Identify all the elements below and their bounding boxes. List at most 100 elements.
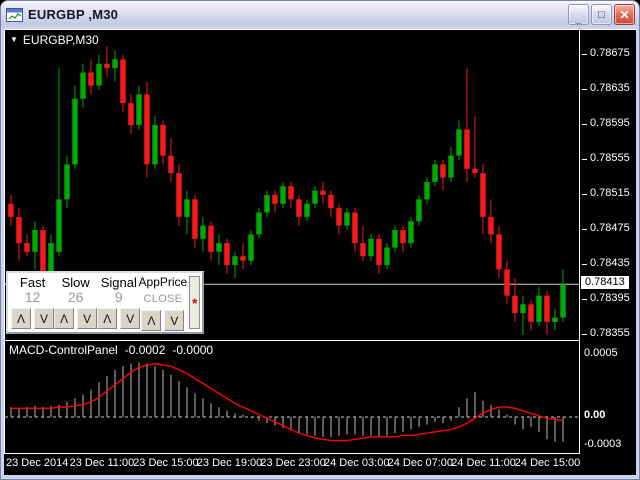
candle-body xyxy=(416,199,422,222)
candle-body xyxy=(464,129,470,169)
close-icon: ✕ xyxy=(619,7,630,22)
macd-subchart[interactable]: MACD-ControlPanel -0.0002 -0.0000 xyxy=(4,340,580,454)
chart-window: EURGBP ,M30 _ □ ✕ ▼ EURGBP,M30 Fast 12 Λ xyxy=(0,0,640,480)
chevron-down-icon[interactable]: ▼ xyxy=(10,34,18,46)
time-axis-label: 23 Dec 2014 xyxy=(6,457,69,469)
macd-axis-label: 0.00 xyxy=(584,409,606,421)
candle-body xyxy=(328,195,334,209)
symbol-period-text: EURGBP,M30 xyxy=(22,33,99,47)
macd-signal-value: -0.0000 xyxy=(172,343,214,357)
candle-body xyxy=(208,225,214,252)
candle-body xyxy=(32,230,38,252)
candle-body xyxy=(184,199,190,217)
macd-indicator-label: MACD-ControlPanel -0.0002 -0.0000 xyxy=(9,343,213,357)
signal-increase-button[interactable]: Λ xyxy=(97,308,118,329)
title-bar[interactable]: EURGBP ,M30 _ □ ✕ xyxy=(1,1,639,28)
candle-body xyxy=(296,199,302,217)
time-axis-label: 24 Dec 15:00 xyxy=(514,457,581,469)
time-axis[interactable]: 23 Dec 2014 23 Dec 11:00 23 Dec 15:00 23 De… xyxy=(4,454,636,475)
candle-body xyxy=(168,155,174,174)
close-button[interactable]: ✕ xyxy=(614,4,635,25)
candle-body xyxy=(104,63,110,69)
price-axis-label: 0.78515 xyxy=(582,187,630,199)
fast-value: 12 xyxy=(24,289,41,305)
macd-name: MACD-ControlPanel xyxy=(9,343,118,357)
candle-body xyxy=(488,216,494,235)
candle-body xyxy=(192,199,198,239)
time-axis-label: 23 Dec 11:00 xyxy=(69,457,135,469)
slow-value: 26 xyxy=(67,289,84,305)
candle-body xyxy=(256,212,262,235)
candle-body xyxy=(424,181,430,200)
candle-body xyxy=(144,94,150,165)
slow-increase-button[interactable]: Λ xyxy=(54,308,75,329)
chart-window-icon xyxy=(6,7,23,22)
asterisk-icon: * xyxy=(191,294,198,311)
price-axis-label: 0.78635 xyxy=(582,82,630,94)
candle-body xyxy=(288,186,294,200)
candle-body xyxy=(72,98,78,165)
fast-label: Fast xyxy=(19,275,46,290)
candle-body xyxy=(512,295,518,314)
appprice-next-button[interactable]: Λ xyxy=(141,310,162,331)
signal-decrease-button[interactable]: V xyxy=(120,308,141,329)
candle-body xyxy=(336,208,342,226)
price-axis-label: 0.78395 xyxy=(582,292,630,304)
price-axis[interactable]: 0.78675 0.78635 0.78595 0.78555 0.78515 0.784… xyxy=(580,29,636,340)
macd-main-value: -0.0002 xyxy=(124,343,166,357)
candle-body xyxy=(472,168,478,174)
appprice-prev-button[interactable]: V xyxy=(164,310,185,331)
candle-body xyxy=(528,304,534,322)
candle-body xyxy=(432,164,438,182)
price-axis-label: 0.78435 xyxy=(582,257,630,269)
fast-increase-button[interactable]: Λ xyxy=(11,308,32,329)
signal-value: 9 xyxy=(114,289,123,305)
candle-body xyxy=(160,125,166,156)
price-axis-label: 0.78555 xyxy=(582,152,630,164)
candle-body xyxy=(448,155,454,178)
candle-body xyxy=(152,125,158,165)
candle-body xyxy=(24,243,30,252)
panel-col-slow: Slow 26 Λ V xyxy=(54,274,98,331)
candle-body xyxy=(48,243,54,274)
candle-body xyxy=(112,59,118,69)
candle-body xyxy=(384,247,390,265)
candle-body xyxy=(536,295,542,322)
candle-body xyxy=(232,256,238,265)
panel-col-signal: Signal 9 Λ V xyxy=(97,274,141,331)
candle-body xyxy=(128,103,134,125)
fast-decrease-button[interactable]: V xyxy=(34,308,55,329)
appprice-label: AppPrice xyxy=(138,275,188,289)
candle-body xyxy=(216,243,222,252)
candle-body xyxy=(264,195,270,213)
current-price-badge: 0.78413 xyxy=(581,276,629,290)
candle-body xyxy=(88,72,94,86)
chart-client-area: ▼ EURGBP,M30 Fast 12 Λ V Slow 26 Λ V Sig… xyxy=(4,29,636,475)
candle-body xyxy=(8,203,14,217)
time-axis-label: 23 Dec 19:00 xyxy=(196,457,263,469)
candlestick-chart[interactable]: ▼ EURGBP,M30 Fast 12 Λ V Slow 26 Λ V Sig… xyxy=(4,29,580,340)
price-axis-label: 0.78475 xyxy=(582,222,630,234)
window-title: EURGBP ,M30 xyxy=(28,7,119,22)
candle-body xyxy=(16,216,22,244)
candle-body xyxy=(480,173,486,217)
candle-body xyxy=(304,203,310,217)
macd-axis-label: 0.0005 xyxy=(584,347,618,359)
candle-body xyxy=(80,72,86,99)
candle-body xyxy=(176,173,182,217)
slow-decrease-button[interactable]: V xyxy=(77,308,98,329)
maximize-button[interactable]: □ xyxy=(591,4,612,25)
candle-body xyxy=(504,269,510,296)
macd-signal-line xyxy=(11,362,564,442)
time-axis-label: 23 Dec 23:00 xyxy=(260,457,326,469)
candle-body xyxy=(344,212,350,226)
signal-label: Signal xyxy=(100,275,137,290)
minimize-icon: _ xyxy=(575,12,582,25)
macd-axis[interactable]: 0.0005 0.00 -0.0003 xyxy=(580,340,636,454)
panel-collapse-handle[interactable]: * xyxy=(189,276,200,329)
main-chart-row: ▼ EURGBP,M30 Fast 12 Λ V Slow 26 Λ V Sig… xyxy=(4,29,636,340)
macd-row: MACD-ControlPanel -0.0002 -0.0000 0.0005… xyxy=(4,340,636,454)
minimize-button[interactable]: _ xyxy=(568,4,589,25)
candle-body xyxy=(520,304,526,314)
candle-body xyxy=(392,230,398,248)
